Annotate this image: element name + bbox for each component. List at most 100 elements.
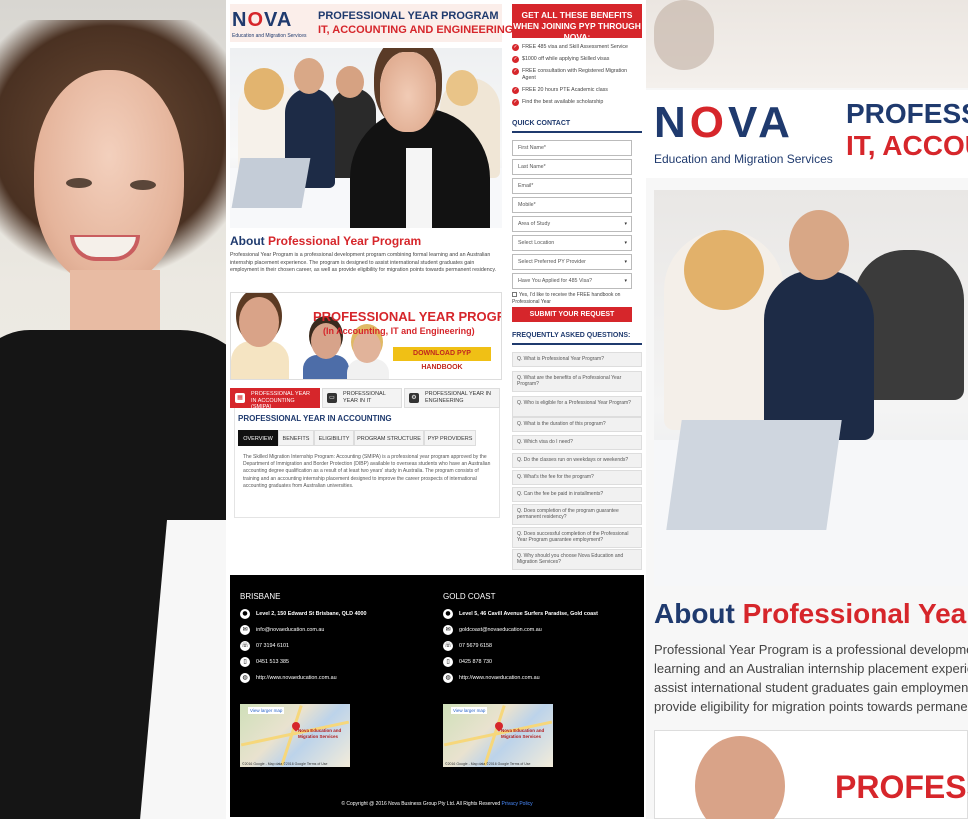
banner-subtitle: (In Accounting, IT and Engineering) (323, 326, 475, 336)
office-email[interactable]: ✉ goldcoast@novaeducation.com.au (443, 624, 542, 636)
first-name-field[interactable]: First Name* (512, 140, 632, 156)
check-icon: ✓ (512, 99, 519, 106)
subtab-program-structure[interactable]: PROGRAM STRUCTURE (354, 430, 424, 446)
office-mobile[interactable]: ▯ 0451 513 385 (240, 656, 289, 668)
office-mobile[interactable]: ▯ 0425 878 730 (443, 656, 492, 668)
panel-title: PROFESSIONAL YEAR IN ACCOUNTING (238, 414, 392, 423)
logo-tagline: Education and Migration Services (232, 33, 307, 39)
about-text: Professional Year Program is a professio… (230, 252, 497, 273)
faq-item[interactable]: Q. Does completion of the program guaran… (512, 504, 642, 525)
location-select[interactable]: Select Location ▾ (512, 235, 632, 251)
zoomed-title-line2: IT, ACCOUNTING AND ENGINEERING (846, 130, 968, 161)
page-title-line1: PROFESSIONAL YEAR PROGRAM (318, 10, 499, 22)
subtab-pyp-providers[interactable]: PYP PROVIDERS (424, 430, 476, 446)
chevron-down-icon: ▾ (624, 240, 627, 246)
checkbox-icon[interactable] (512, 292, 517, 298)
panel-text: The Skilled Migration Internship Program… (243, 454, 491, 489)
faq-item[interactable]: Q. Does successful completion of the Pro… (512, 527, 642, 548)
divider (512, 343, 642, 345)
office-phone[interactable]: ☏ 07 3194 6101 (240, 640, 289, 652)
chevron-down-icon: ▾ (624, 278, 627, 284)
list-item: ✓ FREE consultation with Registered Migra… (512, 68, 628, 81)
mail-icon: ✉ (240, 624, 250, 635)
office-map[interactable]: View larger map Nova Education and Migra… (240, 704, 350, 767)
faq-item[interactable]: Q. What is the duration of this program? (512, 417, 642, 432)
faq-item[interactable]: Q. What is Professional Year Program? (512, 352, 642, 367)
globe-icon: ◍ (240, 672, 250, 683)
program-tabs: ▦ PROFESSIONAL YEAR IN ACCOUNTING (SMIPA… (230, 388, 502, 410)
globe-icon: ◍ (443, 672, 453, 683)
gear-icon: ⚙ (409, 393, 419, 403)
list-item: ✓ FREE 20 hours PTE Academic class (512, 87, 608, 94)
phone-icon: ☏ (240, 640, 250, 651)
nova-logo[interactable]: NOVA (232, 9, 292, 32)
office-website[interactable]: ◍ http://www.novaeducation.com.au (443, 672, 540, 684)
check-icon: ✓ (512, 68, 519, 75)
zoomed-pyp-banner: PROFESSIONAL YEAR PROGRAM (654, 730, 968, 819)
divider (512, 131, 642, 133)
benefits-header: GET ALL THESE BENEFITS WHEN JOINING PYP … (512, 4, 642, 42)
submit-request-button[interactable]: SUBMIT YOUR REQUEST (512, 307, 632, 322)
map-credit: ©2016 Google - Map data ©2016 Google Ter… (242, 762, 328, 766)
check-icon: ✓ (512, 44, 519, 51)
list-item: ✓ FREE 485 visa and Skill Assessment Serv… (512, 44, 628, 51)
page-header: NOVA Education and Migration Services PR… (230, 4, 513, 42)
office-city: GOLD COAST (443, 592, 496, 601)
about-heading: About Professional Year Program (230, 234, 422, 248)
hero-image (230, 48, 502, 228)
faq-item[interactable]: Q. What are the benefits of a Profession… (512, 371, 642, 392)
tab-it[interactable]: ▭ PROFESSIONAL YEAR IN IT (322, 388, 402, 408)
faq-item[interactable]: Q. What's the fee for the program? (512, 470, 642, 485)
faq-item[interactable]: Q. Which visa do I need? (512, 435, 642, 450)
map-label: Nova Education and Migration Services (298, 728, 342, 739)
last-name-field[interactable]: Last Name* (512, 159, 632, 175)
check-icon: ✓ (512, 56, 519, 63)
subtab-benefits[interactable]: BENEFITS (278, 430, 314, 446)
pyp-handbook-banner[interactable]: PROFESSIONAL YEAR PROGRAM (In Accounting… (230, 292, 502, 380)
copyright: © Copyright @ 2016 Nova Business Group P… (341, 801, 533, 807)
zoomed-title-line1: PROFESSIONAL YEAR PROGRAM (846, 98, 968, 129)
banner-title: PROFESSIONAL YEAR PROGRAM (313, 309, 501, 324)
program-panel: PROFESSIONAL YEAR IN ACCOUNTING OVERVIEW… (234, 408, 500, 518)
office-website[interactable]: ◍ http://www.novaeducation.com.au (240, 672, 337, 684)
tab-engineering[interactable]: ⚙ PROFESSIONAL YEAR IN ENGINEERING (404, 388, 500, 408)
zoomed-about-text: Professional Year Program is a professio… (654, 642, 968, 714)
mail-icon: ✉ (443, 624, 453, 635)
faq-item[interactable]: Q. Why should you choose Nova Education … (512, 549, 642, 570)
office-map[interactable]: View larger map Nova Education and Migra… (443, 704, 553, 767)
background-woman-image (0, 0, 226, 819)
view-larger-map-link[interactable]: View larger map (451, 707, 488, 714)
zoomed-logo-tagline: Education and Migration Services (654, 152, 833, 166)
faq-item[interactable]: Q. Can the fee be paid in installments? (512, 487, 642, 502)
mobile-field[interactable]: Mobile* (512, 197, 632, 213)
py-provider-select[interactable]: Select Preferred PY Provider ▾ (512, 254, 632, 270)
download-handbook-button[interactable]: DOWNLOAD PYP HANDBOOK (393, 347, 491, 371)
area-of-study-select[interactable]: Area of Study ▾ (512, 216, 632, 232)
faq-item[interactable]: Q. Do the classes run on weekdays or wee… (512, 453, 642, 468)
office-email[interactable]: ✉ info@novaeducation.com.au (240, 624, 324, 636)
privacy-policy-link[interactable]: Privacy Policy (502, 801, 533, 807)
calculator-icon: ▦ (235, 393, 245, 403)
map-credit: ©2016 Google - Map data ©2016 Google Ter… (445, 762, 531, 766)
map-label: Nova Education and Migration Services (501, 728, 545, 739)
view-larger-map-link[interactable]: View larger map (248, 707, 285, 714)
location-pin-icon: ● (240, 608, 250, 619)
subtab-eligibility[interactable]: ELIGIBILITY (314, 430, 354, 446)
tab-accounting[interactable]: ▦ PROFESSIONAL YEAR IN ACCOUNTING (SMIPA… (230, 388, 320, 410)
list-item: ✓ Find the best available scholarship (512, 99, 604, 106)
office-phone[interactable]: ☏ 07 5679 6158 (443, 640, 492, 652)
handbook-checkbox[interactable]: Yes, I'd like to receive the FREE handbo… (512, 292, 637, 305)
benefits-list: ✓ FREE 485 visa and Skill Assessment Serv… (512, 44, 642, 111)
chevron-down-icon: ▾ (624, 221, 627, 227)
quick-contact-title: QUICK CONTACT (512, 120, 571, 127)
chevron-down-icon: ▾ (624, 259, 627, 265)
office-city: BRISBANE (240, 592, 281, 601)
faq-item[interactable]: Q. Who is eligible for a Professional Ye… (512, 396, 642, 417)
faq-title: FREQUENTLY ASKED QUESTIONS: (512, 332, 631, 339)
mobile-icon: ▯ (240, 656, 250, 667)
visa-485-select[interactable]: Have You Applied for 485 Visa? ▾ (512, 273, 632, 289)
page-title-line2: IT, ACCOUNTING AND ENGINEERING (318, 24, 514, 36)
zoomed-logo: NOVA (654, 98, 794, 147)
subtab-overview[interactable]: OVERVIEW (238, 430, 278, 446)
email-field[interactable]: Email* (512, 178, 632, 194)
